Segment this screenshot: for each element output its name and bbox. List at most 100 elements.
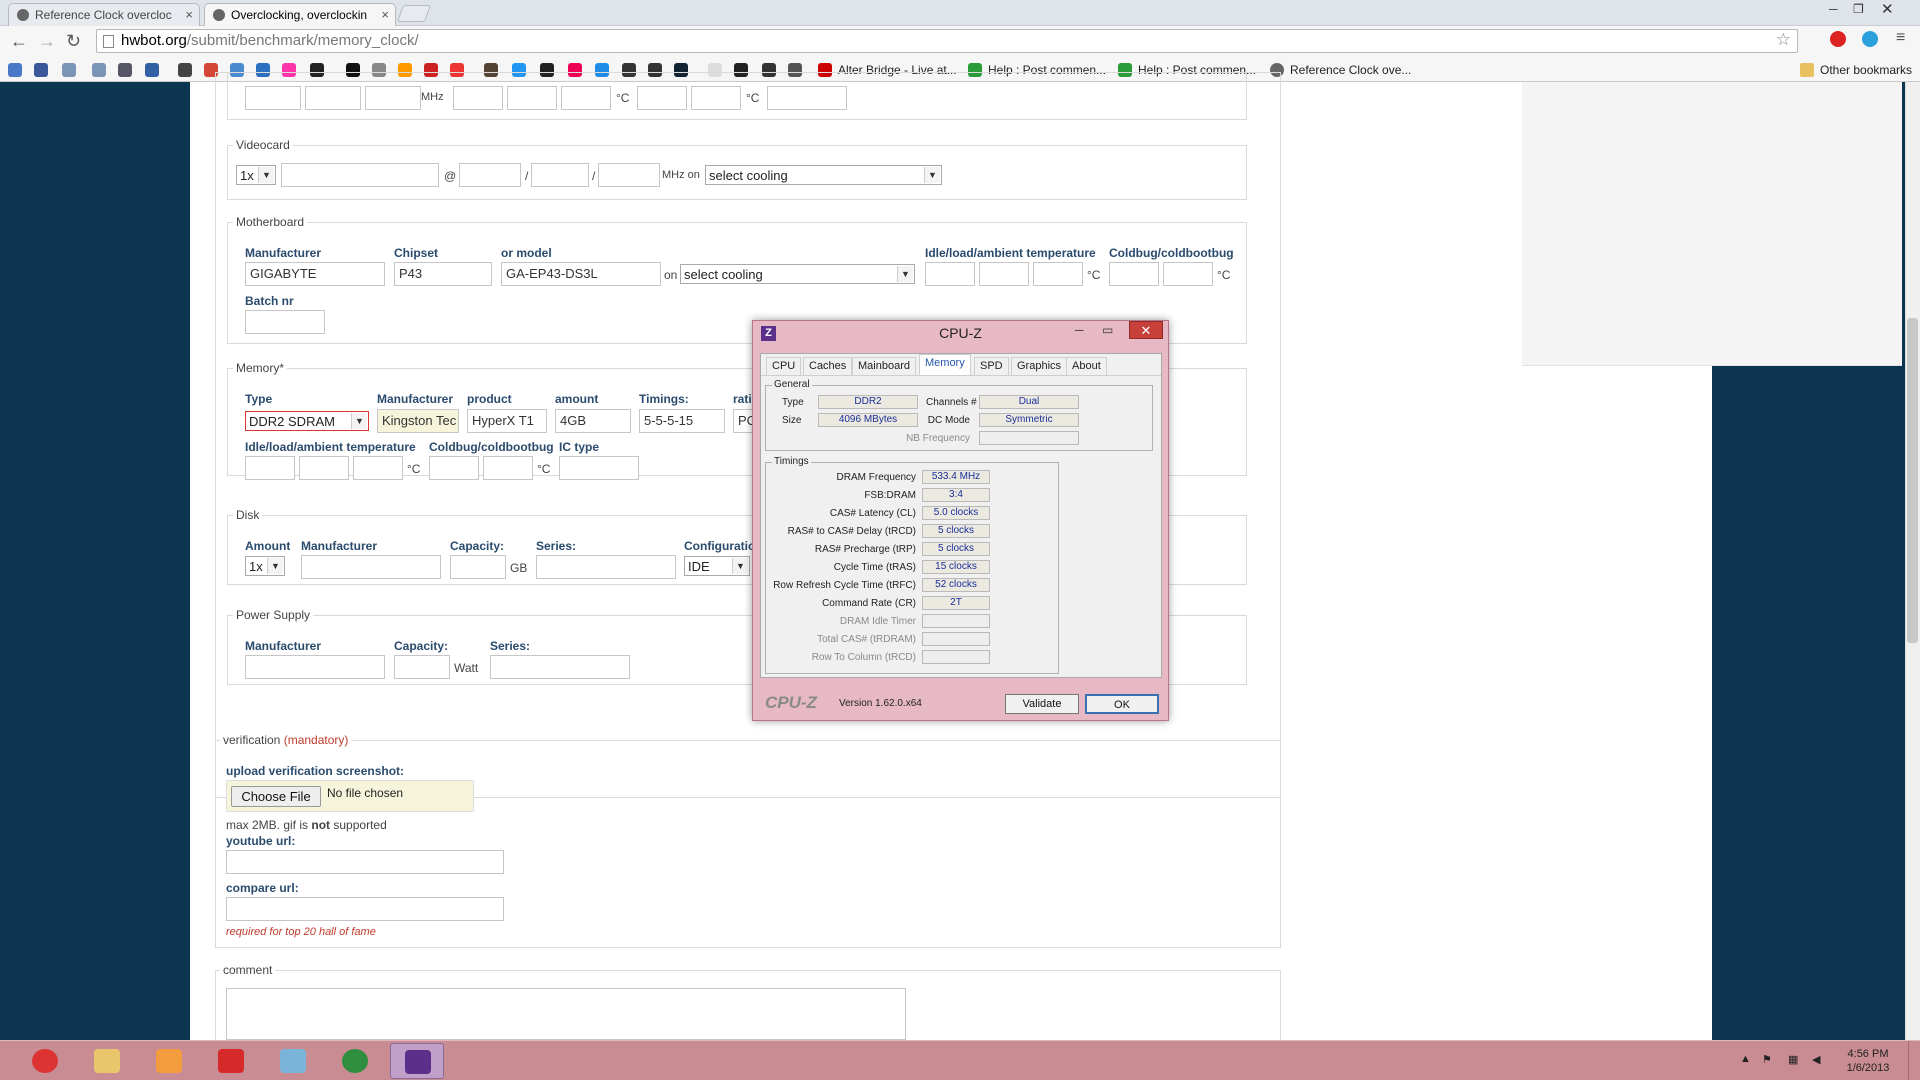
cpu-coldbug-input[interactable]: [691, 86, 741, 110]
menu-icon[interactable]: ≡: [1896, 29, 1905, 47]
maximize-icon[interactable]: ▭: [1102, 323, 1113, 341]
mem-timings-input[interactable]: 5-5-5-15: [639, 409, 725, 433]
mem-coldbug-input[interactable]: [429, 456, 479, 480]
disk-config-select[interactable]: IDE ▼: [684, 556, 750, 576]
volume-icon[interactable]: ◀: [1812, 1053, 1820, 1066]
address-bar[interactable]: hwbot.org/submit/benchmark/memory_clock/…: [96, 29, 1798, 53]
disk-manufacturer-input[interactable]: [301, 555, 441, 579]
taskbar-clock[interactable]: 4:56 PM 1/6/2013: [1833, 1047, 1903, 1075]
cpu-freq-input[interactable]: [245, 86, 301, 110]
mem-product-input[interactable]: HyperX T1: [467, 409, 547, 433]
forward-arrow-icon[interactable]: →: [38, 31, 56, 52]
reload-icon[interactable]: ↻: [66, 31, 81, 52]
cpu-ic-input[interactable]: [767, 86, 847, 110]
bookmark-icon[interactable]: [178, 63, 192, 77]
tab-mainboard[interactable]: Mainboard: [852, 357, 916, 375]
mb-temp-input[interactable]: [979, 262, 1029, 286]
choose-file-button[interactable]: Choose File: [231, 786, 321, 807]
skype-extension-icon[interactable]: [1862, 31, 1878, 47]
opera-extension-icon[interactable]: [1830, 31, 1846, 47]
gpu-clock-input[interactable]: [459, 163, 521, 187]
restore-icon[interactable]: ❐: [1853, 2, 1864, 16]
mb-model-input[interactable]: GA-EP43-DS3L: [501, 262, 661, 286]
mem-manufacturer-input[interactable]: Kingston Tec: [377, 409, 459, 433]
cpu-temp-input[interactable]: [453, 86, 503, 110]
cpu-temp-input[interactable]: [561, 86, 611, 110]
other-bookmarks[interactable]: Other bookmarks: [1820, 63, 1912, 77]
videocard-model-input[interactable]: [281, 163, 439, 187]
ok-button[interactable]: OK: [1085, 694, 1159, 714]
browser-tab-active[interactable]: Overclocking, overclockin ×: [204, 3, 396, 26]
app-taskbar-button[interactable]: [266, 1043, 320, 1079]
batch-input[interactable]: [245, 310, 325, 334]
validate-button[interactable]: Validate: [1005, 694, 1079, 714]
flash-taskbar-button[interactable]: [204, 1043, 258, 1079]
disk-series-input[interactable]: [536, 555, 676, 579]
mb-coldbug-input[interactable]: [1163, 262, 1213, 286]
new-tab-button[interactable]: [396, 5, 432, 22]
bookmark-icon[interactable]: [62, 63, 76, 77]
tab-spd[interactable]: SPD: [974, 357, 1009, 375]
mem-temp-input[interactable]: [299, 456, 349, 480]
videocard-count-select[interactable]: 1x ▼: [236, 165, 276, 185]
mem-temp-input[interactable]: [245, 456, 295, 480]
mem-amount-input[interactable]: 4GB: [555, 409, 631, 433]
videocard-cooling-select[interactable]: select cooling ▼: [705, 165, 942, 185]
bookmark-icon[interactable]: [118, 63, 132, 77]
tab-about[interactable]: About: [1066, 357, 1107, 375]
comment-textarea[interactable]: [226, 988, 906, 1040]
close-tab-icon[interactable]: ×: [185, 7, 193, 22]
cpuz-taskbar-button[interactable]: [390, 1043, 444, 1079]
bookmark-icon[interactable]: [145, 63, 159, 77]
disk-amount-select[interactable]: 1x ▼: [245, 556, 285, 576]
mb-temp-input[interactable]: [1033, 262, 1083, 286]
tray-expand-icon[interactable]: ▲: [1740, 1053, 1751, 1065]
gpu-mem-clock-input[interactable]: [531, 163, 589, 187]
tab-caches[interactable]: Caches: [803, 357, 853, 375]
mb-chipset-input[interactable]: P43: [394, 262, 492, 286]
cpu-freq-input[interactable]: [365, 86, 421, 110]
facebook-bookmark-icon[interactable]: [34, 63, 48, 77]
mem-coldbug-input[interactable]: [483, 456, 533, 480]
mb-cooling-select[interactable]: select cooling ▼: [680, 264, 915, 284]
utorrent-taskbar-button[interactable]: [328, 1043, 382, 1079]
google-plus-bookmark-icon[interactable]: [8, 63, 22, 77]
mb-manufacturer-input[interactable]: GIGABYTE: [245, 262, 385, 286]
folder-icon[interactable]: [1800, 63, 1814, 77]
psu-manufacturer-input[interactable]: [245, 655, 385, 679]
mem-temp-input[interactable]: [353, 456, 403, 480]
psu-series-input[interactable]: [490, 655, 630, 679]
cpu-freq-input[interactable]: [305, 86, 361, 110]
show-desktop-button[interactable]: [1908, 1041, 1920, 1080]
mem-ic-input[interactable]: [559, 456, 639, 480]
explorer-taskbar-button[interactable]: [80, 1043, 134, 1079]
psu-capacity-input[interactable]: [394, 655, 450, 679]
tab-memory[interactable]: Memory: [919, 354, 971, 375]
minimize-icon[interactable]: ─: [1829, 2, 1838, 16]
back-arrow-icon[interactable]: ←: [10, 31, 28, 52]
mem-type-select[interactable]: DDR2 SDRAM ▼: [245, 411, 369, 431]
cpu-temp-input[interactable]: [507, 86, 557, 110]
close-tab-icon[interactable]: ×: [381, 7, 389, 22]
chrome-taskbar-button[interactable]: [18, 1043, 72, 1079]
gpu-shader-clock-input[interactable]: [598, 163, 660, 187]
compare-url-input[interactable]: [226, 897, 504, 921]
close-window-icon[interactable]: ✕: [1881, 0, 1894, 18]
action-center-flag-icon[interactable]: ⚑: [1762, 1053, 1772, 1066]
youtube-url-input[interactable]: [226, 850, 504, 874]
minimize-icon[interactable]: ─: [1075, 323, 1084, 341]
media-player-taskbar-button[interactable]: [142, 1043, 196, 1079]
mb-coldbug-input[interactable]: [1109, 262, 1159, 286]
bookmark-label[interactable]: Reference Clock ove...: [1290, 63, 1411, 77]
tab-cpu[interactable]: CPU: [766, 357, 802, 375]
close-window-icon[interactable]: ✕: [1129, 321, 1163, 339]
mb-temp-input[interactable]: [925, 262, 975, 286]
scrollbar-thumb[interactable]: [1907, 318, 1918, 643]
browser-tab[interactable]: Reference Clock overcloc ×: [8, 3, 200, 26]
tab-graphics[interactable]: Graphics: [1011, 357, 1068, 375]
disk-capacity-input[interactable]: [450, 555, 506, 579]
network-icon[interactable]: ▦: [1788, 1053, 1798, 1066]
bookmark-icon[interactable]: [92, 63, 106, 77]
cpu-coldbug-input[interactable]: [637, 86, 687, 110]
bookmark-star-icon[interactable]: ☆: [1776, 30, 1791, 50]
